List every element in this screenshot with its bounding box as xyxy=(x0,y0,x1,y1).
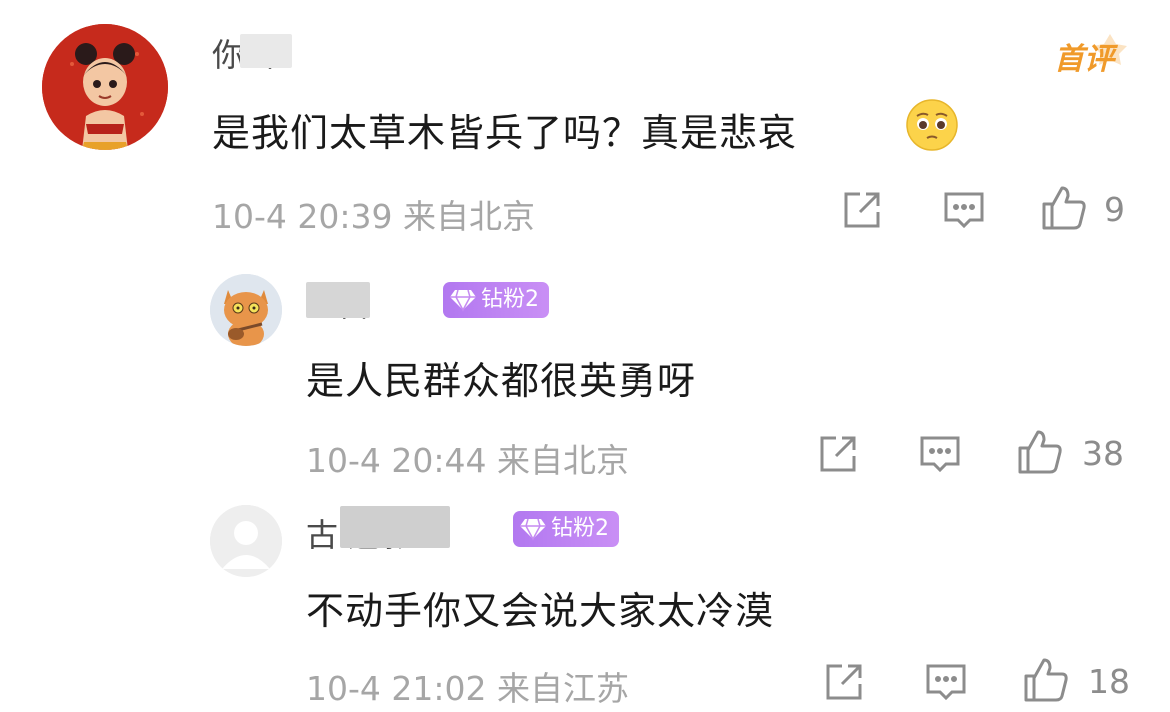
like-count: 18 xyxy=(1088,662,1130,701)
share-icon[interactable] xyxy=(822,660,866,704)
like-count: 9 xyxy=(1104,190,1125,229)
share-icon[interactable] xyxy=(840,188,884,232)
comment-meta: 10-4 20:39 来自北京 xyxy=(212,197,535,236)
pleading-face-icon xyxy=(905,98,959,152)
share-icon[interactable] xyxy=(816,432,860,476)
comment-list: 你 草 首评 是我们太草木皆兵了吗？真是悲哀 10-4 20:39 来自北京 xyxy=(0,0,1170,712)
comment-icon[interactable] xyxy=(918,432,962,476)
username-redaction xyxy=(306,282,370,318)
username-redaction xyxy=(240,34,292,68)
first-comment-tag: 首评 xyxy=(1050,30,1130,77)
fan-badge: 钻粉2 xyxy=(513,511,619,547)
like-icon[interactable] xyxy=(1022,656,1070,704)
like-count: 38 xyxy=(1082,434,1124,473)
fan-badge: 钻粉2 xyxy=(443,282,549,318)
comment-text: 是人民群众都很英勇呀 xyxy=(306,359,697,403)
comment-icon[interactable] xyxy=(924,660,968,704)
diamond-icon xyxy=(520,518,546,541)
comment-icon[interactable] xyxy=(942,188,986,232)
diamond-icon xyxy=(450,289,476,312)
avatar[interactable] xyxy=(210,274,282,346)
comment-text: 不动手你又会说大家太冷漠 xyxy=(306,589,775,633)
avatar[interactable] xyxy=(42,24,168,150)
avatar[interactable] xyxy=(210,505,282,577)
comment-meta: 10-4 20:44 来自北京 xyxy=(306,441,629,480)
comment-text: 是我们太草木皆兵了吗？真是悲哀 xyxy=(212,111,798,155)
comment-meta: 10-4 21:02 来自江苏 xyxy=(306,669,629,708)
like-icon[interactable] xyxy=(1016,428,1064,476)
username-redaction xyxy=(340,506,450,548)
like-icon[interactable] xyxy=(1040,184,1088,232)
